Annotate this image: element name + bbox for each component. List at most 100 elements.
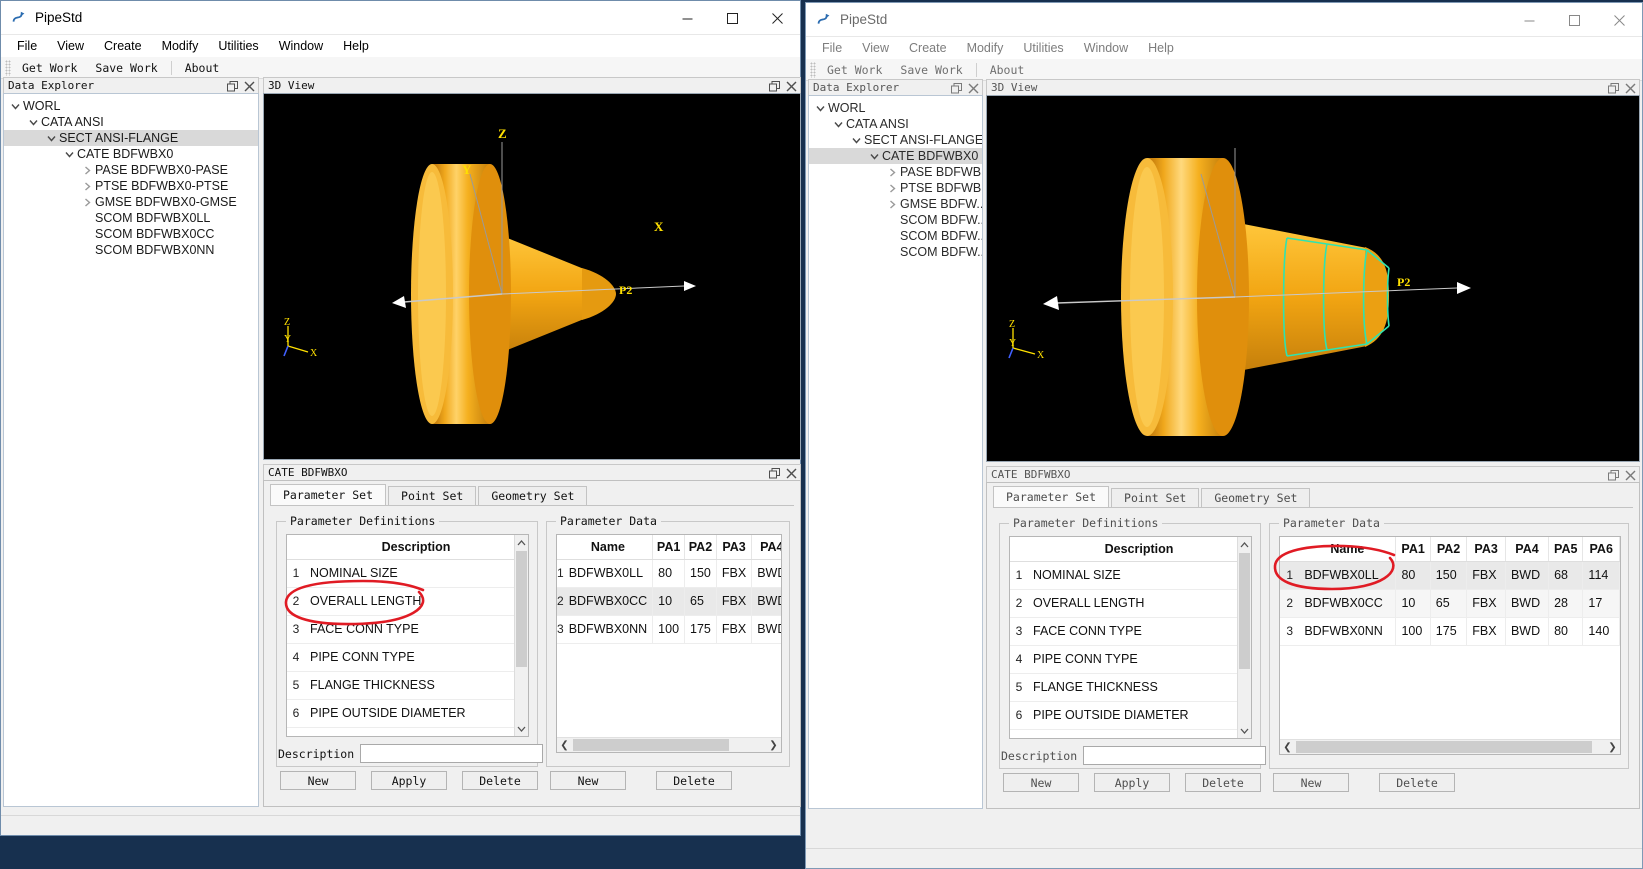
definitions-row[interactable]: 1 NOMINAL SIZE bbox=[1010, 561, 1251, 590]
menu-item-create[interactable]: Create bbox=[94, 37, 152, 55]
tree-twisty[interactable] bbox=[849, 136, 863, 145]
data-column-header-name[interactable]: Name bbox=[1299, 537, 1397, 562]
scroll-left-icon[interactable]: ❮ bbox=[557, 738, 572, 752]
tree-item-scom-bdfw[interactable]: SCOM BDFW... bbox=[809, 228, 982, 244]
tree-item-worl[interactable]: WORL bbox=[4, 98, 258, 114]
tab-point-set[interactable]: Point Set bbox=[388, 486, 477, 505]
tree-item-scom-bdfwbx0nn[interactable]: SCOM BDFWBX0NN bbox=[4, 242, 258, 258]
definitions-scroll-thumb[interactable] bbox=[1239, 553, 1250, 669]
close-icon[interactable] bbox=[244, 81, 255, 92]
definitions-row[interactable]: 1 NOMINAL SIZE bbox=[287, 559, 528, 588]
description-input-left[interactable] bbox=[360, 744, 544, 763]
tab-point-set[interactable]: Point Set bbox=[1111, 488, 1200, 507]
close-button[interactable] bbox=[1597, 3, 1642, 37]
parameter-data-row[interactable]: 2BDFWBX0CC1065FBXBWD28 bbox=[557, 587, 781, 616]
restore-icon[interactable] bbox=[1608, 83, 1619, 94]
tree-twisty[interactable] bbox=[885, 183, 899, 193]
tab-parameter-set[interactable]: Parameter Set bbox=[993, 486, 1110, 507]
chevron-down-icon[interactable] bbox=[833, 120, 843, 129]
toolbar-get-work[interactable]: Get Work bbox=[13, 59, 86, 77]
toolbar-get-work[interactable]: Get Work bbox=[818, 61, 891, 79]
new-button[interactable]: New bbox=[280, 771, 356, 790]
view3d-canvas-right[interactable]: P2 Z X Y bbox=[986, 95, 1640, 462]
close-button[interactable] bbox=[755, 1, 800, 35]
close-icon[interactable] bbox=[968, 83, 979, 94]
maximize-button[interactable] bbox=[710, 1, 755, 35]
tree-item-scom-bdfw[interactable]: SCOM BDFW... bbox=[809, 244, 982, 260]
data-column-header-pa4[interactable]: PA4 bbox=[1505, 537, 1550, 562]
definitions-row[interactable]: 3 FACE CONN TYPE bbox=[287, 615, 528, 644]
data-explorer-tree-right[interactable]: WORL CATA ANSI SECT ANSI-FLANGE CATE BDFWBX… bbox=[808, 95, 983, 809]
menu-item-file[interactable]: File bbox=[812, 39, 852, 57]
menu-item-view[interactable]: View bbox=[47, 37, 94, 55]
view3d-canvas-left[interactable]: Z Y X P2 Z X Y bbox=[263, 93, 801, 460]
tree-item-cate-bdfwbx0[interactable]: CATE BDFWBX0 bbox=[4, 146, 258, 162]
tab-geometry-set[interactable]: Geometry Set bbox=[1201, 488, 1311, 507]
tree-item-gmse-bdfw[interactable]: GMSE BDFW... bbox=[809, 196, 982, 212]
tree-item-worl[interactable]: WORL bbox=[809, 100, 982, 116]
tree-item-sect-ansi-flange[interactable]: SECT ANSI-FLANGE bbox=[4, 130, 258, 146]
parameter-data-row[interactable]: 2 BDFWBX0CC 10 65 FBX BWD 28 17 bbox=[1280, 589, 1620, 618]
delete-button[interactable]: Delete bbox=[1185, 773, 1261, 792]
chevron-down-icon[interactable] bbox=[869, 152, 879, 161]
tree-item-scom-bdfwbx0ll[interactable]: SCOM BDFWBX0LL bbox=[4, 210, 258, 226]
minimize-button[interactable] bbox=[665, 1, 710, 35]
scroll-down-icon[interactable] bbox=[515, 721, 528, 736]
toolbar-about[interactable]: About bbox=[176, 59, 229, 77]
definitions-row[interactable]: 2 OVERALL LENGTH bbox=[1010, 589, 1251, 618]
data-column-header-pa1[interactable]: PA1 bbox=[1395, 537, 1431, 562]
close-icon[interactable] bbox=[1625, 83, 1636, 94]
toolbar-save-work[interactable]: Save Work bbox=[891, 61, 971, 79]
tree-twisty[interactable] bbox=[8, 102, 22, 111]
restore-icon[interactable] bbox=[769, 81, 780, 92]
tree-twisty[interactable] bbox=[867, 152, 881, 161]
parameter-data-grid-right[interactable]: Name PA1 PA2 PA3 PA4 PA5 PA6 1 BDFWBX0LL 80 150 FB… bbox=[1279, 536, 1621, 755]
scroll-left-icon[interactable]: ❮ bbox=[1280, 740, 1295, 754]
tree-twisty[interactable] bbox=[80, 197, 94, 207]
scroll-up-icon[interactable] bbox=[515, 535, 528, 550]
parameter-definitions-grid-right[interactable]: Description 1 NOMINAL SIZE 2 OVERALL LENGTH… bbox=[1009, 536, 1252, 739]
data-new-button[interactable]: New bbox=[550, 771, 626, 790]
toolbar-grip[interactable] bbox=[5, 59, 11, 76]
minimize-button[interactable] bbox=[1507, 3, 1552, 37]
chevron-down-icon[interactable] bbox=[815, 104, 825, 113]
data-column-header-pa6[interactable]: PA6 bbox=[1582, 537, 1620, 562]
restore-icon[interactable] bbox=[769, 468, 780, 479]
menu-item-utilities[interactable]: Utilities bbox=[208, 37, 268, 55]
maximize-button[interactable] bbox=[1552, 3, 1597, 37]
definitions-row[interactable]: 2 OVERALL LENGTH bbox=[287, 587, 528, 616]
tree-item-gmse-bdfwbx0-gmse[interactable]: GMSE BDFWBX0-GMSE bbox=[4, 194, 258, 210]
parameter-data-hscrollbar-right[interactable]: ❮ ❯ bbox=[1280, 739, 1620, 754]
data-column-header-name[interactable]: Name bbox=[563, 535, 654, 560]
data-column-header-pa4[interactable]: PA4 bbox=[751, 535, 781, 560]
definitions-row[interactable]: 6 PIPE OUTSIDE DIAMETER bbox=[287, 699, 528, 728]
data-column-header-pa3[interactable]: PA3 bbox=[716, 535, 753, 560]
definitions-row[interactable]: 5 FLANGE THICKNESS bbox=[1010, 673, 1251, 702]
tree-twisty[interactable] bbox=[813, 104, 827, 113]
chevron-down-icon[interactable] bbox=[28, 118, 38, 127]
chevron-down-icon[interactable] bbox=[851, 136, 861, 145]
parameter-data-row[interactable]: 1 BDFWBX0LL 80 150 FBX BWD 68 114 bbox=[1280, 561, 1620, 590]
menu-item-window[interactable]: Window bbox=[1074, 39, 1138, 57]
data-column-header-pa2[interactable]: PA2 bbox=[684, 535, 717, 560]
tree-twisty[interactable] bbox=[80, 165, 94, 175]
menu-item-modify[interactable]: Modify bbox=[152, 37, 209, 55]
parameter-data-hscrollbar-left[interactable]: ❮ ❯ bbox=[557, 737, 781, 752]
toolbar-save-work[interactable]: Save Work bbox=[86, 59, 166, 77]
data-column-header-pa5[interactable]: PA5 bbox=[1548, 537, 1584, 562]
data-column-header-pa3[interactable]: PA3 bbox=[1466, 537, 1506, 562]
restore-icon[interactable] bbox=[951, 83, 962, 94]
tree-item-cate-bdfwbx0[interactable]: CATE BDFWBX0 bbox=[809, 148, 982, 164]
chevron-down-icon[interactable] bbox=[10, 102, 20, 111]
scroll-right-icon[interactable]: ❯ bbox=[766, 738, 781, 752]
parameter-data-scroll-thumb[interactable] bbox=[1296, 741, 1592, 753]
apply-button[interactable]: Apply bbox=[371, 771, 447, 790]
tree-item-ptse-bdfwb[interactable]: PTSE BDFWB... bbox=[809, 180, 982, 196]
tab-parameter-set[interactable]: Parameter Set bbox=[270, 484, 387, 505]
chevron-down-icon[interactable] bbox=[46, 134, 56, 143]
restore-icon[interactable] bbox=[227, 81, 238, 92]
chevron-right-icon[interactable] bbox=[83, 181, 92, 191]
description-input-right[interactable] bbox=[1083, 746, 1267, 765]
tree-item-cata-ansi[interactable]: CATA ANSI bbox=[4, 114, 258, 130]
tree-twisty[interactable] bbox=[885, 199, 899, 209]
